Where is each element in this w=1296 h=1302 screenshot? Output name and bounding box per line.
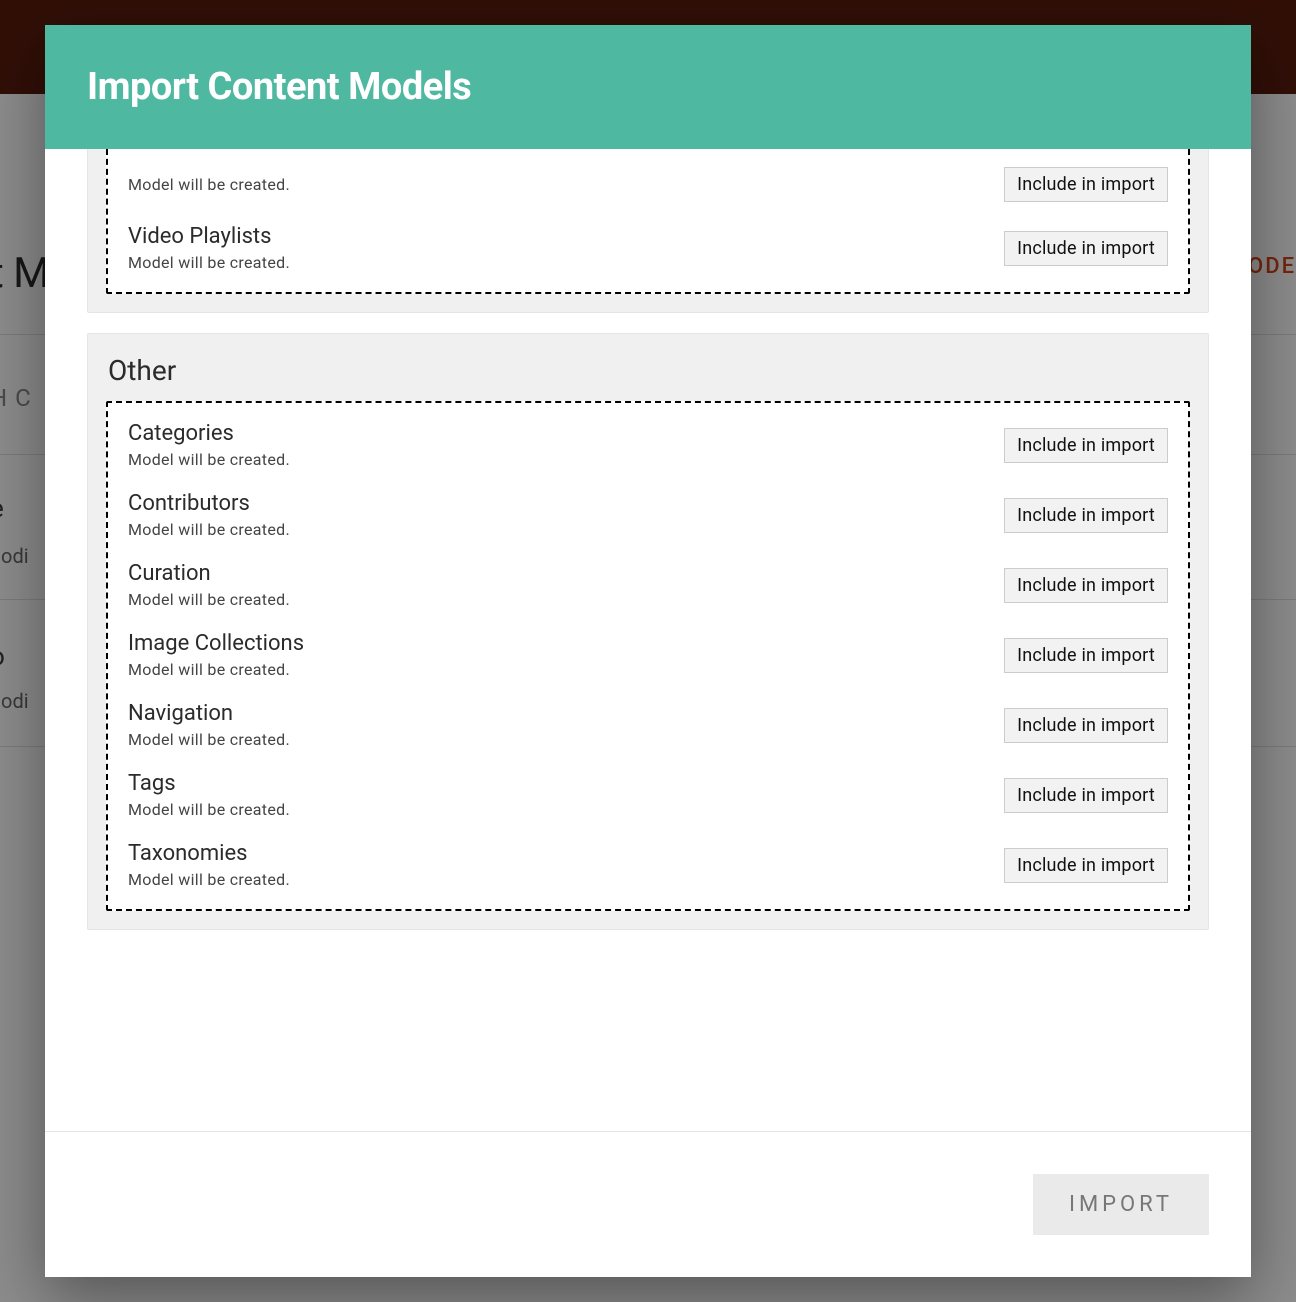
model-status: Model will be created. — [128, 253, 290, 272]
model-name: Curation — [128, 561, 290, 586]
include-in-import-button[interactable]: Include in import — [1004, 498, 1168, 533]
model-row-info: Video Playlists Model will be created. — [128, 224, 290, 272]
model-name: Categories — [128, 421, 290, 446]
include-in-import-button[interactable]: Include in import — [1004, 848, 1168, 883]
import-button[interactable]: IMPORT — [1033, 1174, 1209, 1235]
include-in-import-button[interactable]: Include in import — [1004, 167, 1168, 202]
group-title: Other — [106, 354, 1190, 387]
include-in-import-button[interactable]: Include in import — [1004, 638, 1168, 673]
modal-header: Import Content Models — [45, 25, 1251, 149]
model-name: Contributors — [128, 491, 290, 516]
model-row: Categories Model will be created. Include … — [128, 411, 1168, 481]
modal-footer: IMPORT — [45, 1131, 1251, 1277]
model-group: Other Categories Model will be created. Inc… — [87, 333, 1209, 930]
import-content-models-modal: Import Content Models Model will be crea… — [45, 25, 1251, 1277]
model-status: Model will be created. — [128, 660, 304, 679]
model-row-info: Taxonomies Model will be created. — [128, 841, 290, 889]
model-status: Model will be created. — [128, 870, 290, 889]
model-row: Navigation Model will be created. Include … — [128, 691, 1168, 761]
include-in-import-button[interactable]: Include in import — [1004, 708, 1168, 743]
model-group: Model will be created.Include in importV… — [87, 149, 1209, 313]
group-items-container: Categories Model will be created. Include … — [106, 401, 1190, 911]
include-in-import-button[interactable]: Include in import — [1004, 568, 1168, 603]
model-row-info: Tags Model will be created. — [128, 771, 290, 819]
model-name: Tags — [128, 771, 290, 796]
include-in-import-button[interactable]: Include in import — [1004, 778, 1168, 813]
model-row: Model will be created. Include in import — [128, 157, 1168, 214]
model-row-info: Model will be created. — [128, 175, 290, 194]
model-row-info: Contributors Model will be created. — [128, 491, 290, 539]
model-name: Image Collections — [128, 631, 304, 656]
include-in-import-button[interactable]: Include in import — [1004, 231, 1168, 266]
model-row: Image CollectionsModel will be created.I… — [128, 621, 1168, 691]
model-status: Model will be created. — [128, 800, 290, 819]
model-status: Model will be created. — [128, 730, 290, 749]
modal-body[interactable]: Model will be created.Include in importV… — [45, 149, 1251, 1131]
model-status: Model will be created. — [128, 175, 290, 194]
model-row: Contributors Model will be created. Includ… — [128, 481, 1168, 551]
model-status: Model will be created. — [128, 520, 290, 539]
model-row-info: Categories Model will be created. — [128, 421, 290, 469]
model-row: Curation Model will be created. Include in… — [128, 551, 1168, 621]
group-items-container: Model will be created.Include in importV… — [106, 149, 1190, 294]
model-row-info: Curation Model will be created. — [128, 561, 290, 609]
include-in-import-button[interactable]: Include in import — [1004, 428, 1168, 463]
model-row: Tags Model will be created. Include in imp… — [128, 761, 1168, 831]
model-name: Video Playlists — [128, 224, 290, 249]
model-status: Model will be created. — [128, 590, 290, 609]
model-name: Navigation — [128, 701, 290, 726]
model-row-info: Navigation Model will be created. — [128, 701, 290, 749]
modal-title: Import Content Models — [87, 65, 1209, 109]
model-name: Taxonomies — [128, 841, 290, 866]
model-status: Model will be created. — [128, 450, 290, 469]
model-row: Video Playlists Model will be created. Inc… — [128, 214, 1168, 284]
model-row-info: Image Collections Model will be created. — [128, 631, 304, 679]
model-row: Taxonomies Model will be created. Include … — [128, 831, 1168, 901]
